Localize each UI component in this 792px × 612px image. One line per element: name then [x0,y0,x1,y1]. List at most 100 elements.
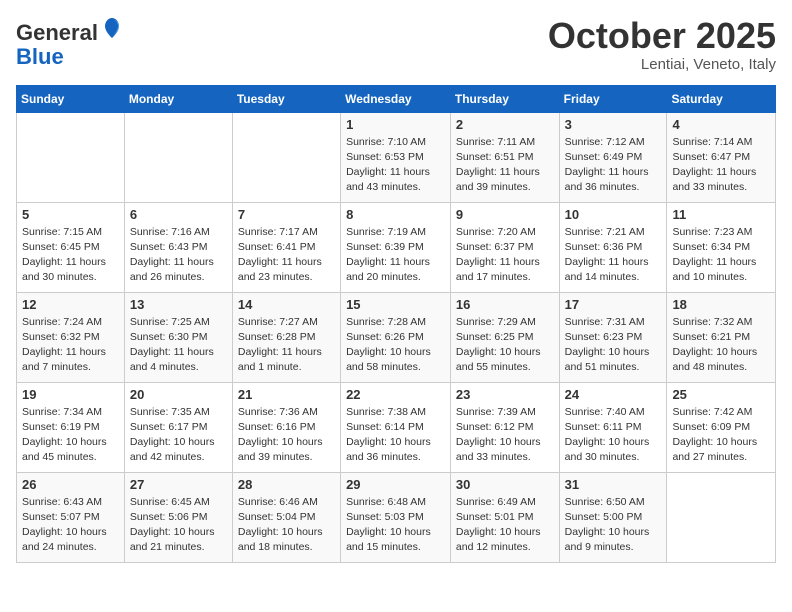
logo-text: General Blue [16,16,124,69]
day-number: 8 [346,207,445,222]
day-info: Sunrise: 7:35 AM Sunset: 6:17 PM Dayligh… [130,405,227,466]
calendar-cell: 14 Sunrise: 7:27 AM Sunset: 6:28 PM Dayli… [232,292,340,382]
day-number: 24 [565,387,662,402]
calendar-cell: 25 Sunrise: 7:42 AM Sunset: 6:09 PM Dayli… [667,382,776,472]
calendar-cell [17,112,125,202]
day-info: Sunrise: 7:31 AM Sunset: 6:23 PM Dayligh… [565,315,662,376]
day-number: 2 [456,117,554,132]
day-info: Sunrise: 7:32 AM Sunset: 6:21 PM Dayligh… [672,315,770,376]
day-number: 16 [456,297,554,312]
weekday-header: Thursday [450,85,559,112]
calendar-cell: 10 Sunrise: 7:21 AM Sunset: 6:36 PM Dayli… [559,202,667,292]
calendar-cell: 8 Sunrise: 7:19 AM Sunset: 6:39 PM Daylig… [341,202,451,292]
day-info: Sunrise: 7:11 AM Sunset: 6:51 PM Dayligh… [456,135,554,196]
calendar-cell: 4Sunrise: 7:14 AM Sunset: 6:47 PM Daylig… [667,112,776,202]
weekday-header: Monday [124,85,232,112]
day-number: 28 [238,477,335,492]
logo-icon [100,16,124,40]
page-header: General Blue October 2025 Lentiai, Venet… [16,16,776,73]
day-number: 21 [238,387,335,402]
day-info: Sunrise: 7:36 AM Sunset: 6:16 PM Dayligh… [238,405,335,466]
calendar-table: SundayMondayTuesdayWednesdayThursdayFrid… [16,85,776,563]
calendar-cell: 5 Sunrise: 7:15 AM Sunset: 6:45 PM Daylig… [17,202,125,292]
calendar-cell: 21 Sunrise: 7:36 AM Sunset: 6:16 PM Dayli… [232,382,340,472]
day-number: 23 [456,387,554,402]
day-info: Sunrise: 7:27 AM Sunset: 6:28 PM Dayligh… [238,315,335,376]
day-info: Sunrise: 7:39 AM Sunset: 6:12 PM Dayligh… [456,405,554,466]
title-block: October 2025 Lentiai, Veneto, Italy [548,16,776,73]
weekday-header: Saturday [667,85,776,112]
month-title: October 2025 [548,16,776,56]
day-number: 27 [130,477,227,492]
day-number: 11 [672,207,770,222]
day-number: 25 [672,387,770,402]
day-info: Sunrise: 7:38 AM Sunset: 6:14 PM Dayligh… [346,405,445,466]
day-info: Sunrise: 7:23 AM Sunset: 6:34 PM Dayligh… [672,225,770,286]
day-info: Sunrise: 6:49 AM Sunset: 5:01 PM Dayligh… [456,495,554,556]
day-info: Sunrise: 7:34 AM Sunset: 6:19 PM Dayligh… [22,405,119,466]
day-info: Sunrise: 7:21 AM Sunset: 6:36 PM Dayligh… [565,225,662,286]
day-number: 5 [22,207,119,222]
day-number: 6 [130,207,227,222]
day-info: Sunrise: 7:19 AM Sunset: 6:39 PM Dayligh… [346,225,445,286]
day-info: Sunrise: 7:17 AM Sunset: 6:41 PM Dayligh… [238,225,335,286]
calendar-cell: 22 Sunrise: 7:38 AM Sunset: 6:14 PM Dayli… [341,382,451,472]
day-info: Sunrise: 7:10 AM Sunset: 6:53 PM Dayligh… [346,135,445,196]
day-number: 31 [565,477,662,492]
calendar-cell: 12Sunrise: 7:24 AM Sunset: 6:32 PM Dayli… [17,292,125,382]
day-info: Sunrise: 7:16 AM Sunset: 6:43 PM Dayligh… [130,225,227,286]
calendar-cell: 3 Sunrise: 7:12 AM Sunset: 6:49 PM Daylig… [559,112,667,202]
day-number: 7 [238,207,335,222]
day-info: Sunrise: 7:42 AM Sunset: 6:09 PM Dayligh… [672,405,770,466]
day-number: 3 [565,117,662,132]
day-info: Sunrise: 6:46 AM Sunset: 5:04 PM Dayligh… [238,495,335,556]
day-number: 30 [456,477,554,492]
day-info: Sunrise: 6:43 AM Sunset: 5:07 PM Dayligh… [22,495,119,556]
day-number: 1 [346,117,445,132]
calendar-cell: 26 Sunrise: 6:43 AM Sunset: 5:07 PM Dayli… [17,472,125,562]
calendar-cell: 1 Sunrise: 7:10 AM Sunset: 6:53 PM Daylig… [341,112,451,202]
day-number: 26 [22,477,119,492]
day-info: Sunrise: 7:20 AM Sunset: 6:37 PM Dayligh… [456,225,554,286]
calendar-cell: 6 Sunrise: 7:16 AM Sunset: 6:43 PM Daylig… [124,202,232,292]
calendar-cell: 7 Sunrise: 7:17 AM Sunset: 6:41 PM Daylig… [232,202,340,292]
day-number: 29 [346,477,445,492]
calendar-cell: 17 Sunrise: 7:31 AM Sunset: 6:23 PM Dayli… [559,292,667,382]
day-info: Sunrise: 7:12 AM Sunset: 6:49 PM Dayligh… [565,135,662,196]
calendar-cell: 27 Sunrise: 6:45 AM Sunset: 5:06 PM Dayli… [124,472,232,562]
day-number: 10 [565,207,662,222]
weekday-header: Tuesday [232,85,340,112]
day-number: 17 [565,297,662,312]
calendar-cell [667,472,776,562]
day-number: 15 [346,297,445,312]
day-info: Sunrise: 7:24 AM Sunset: 6:32 PM Dayligh… [22,315,119,376]
logo-general: General [16,20,98,45]
day-number: 22 [346,387,445,402]
calendar-cell: 13Sunrise: 7:25 AM Sunset: 6:30 PM Dayli… [124,292,232,382]
calendar-cell: 29 Sunrise: 6:48 AM Sunset: 5:03 PM Dayli… [341,472,451,562]
calendar-cell: 11 Sunrise: 7:23 AM Sunset: 6:34 PM Dayli… [667,202,776,292]
calendar-cell: 9 Sunrise: 7:20 AM Sunset: 6:37 PM Daylig… [450,202,559,292]
day-number: 19 [22,387,119,402]
weekday-header: Wednesday [341,85,451,112]
calendar-cell: 16Sunrise: 7:29 AM Sunset: 6:25 PM Dayli… [450,292,559,382]
calendar-cell: 19 Sunrise: 7:34 AM Sunset: 6:19 PM Dayli… [17,382,125,472]
day-info: Sunrise: 6:48 AM Sunset: 5:03 PM Dayligh… [346,495,445,556]
day-info: Sunrise: 7:15 AM Sunset: 6:45 PM Dayligh… [22,225,119,286]
calendar-cell [232,112,340,202]
calendar-cell: 31Sunrise: 6:50 AM Sunset: 5:00 PM Dayli… [559,472,667,562]
calendar-cell: 30 Sunrise: 6:49 AM Sunset: 5:01 PM Dayli… [450,472,559,562]
day-number: 9 [456,207,554,222]
day-number: 18 [672,297,770,312]
day-info: Sunrise: 6:45 AM Sunset: 5:06 PM Dayligh… [130,495,227,556]
day-number: 4 [672,117,770,132]
day-number: 14 [238,297,335,312]
calendar-cell: 28 Sunrise: 6:46 AM Sunset: 5:04 PM Dayli… [232,472,340,562]
calendar-cell: 15 Sunrise: 7:28 AM Sunset: 6:26 PM Dayli… [341,292,451,382]
calendar-cell: 18 Sunrise: 7:32 AM Sunset: 6:21 PM Dayli… [667,292,776,382]
calendar-cell: 24Sunrise: 7:40 AM Sunset: 6:11 PM Dayli… [559,382,667,472]
weekday-header: Sunday [17,85,125,112]
calendar-cell: 23 Sunrise: 7:39 AM Sunset: 6:12 PM Dayli… [450,382,559,472]
calendar-cell: 2 Sunrise: 7:11 AM Sunset: 6:51 PM Daylig… [450,112,559,202]
day-info: Sunrise: 7:28 AM Sunset: 6:26 PM Dayligh… [346,315,445,376]
